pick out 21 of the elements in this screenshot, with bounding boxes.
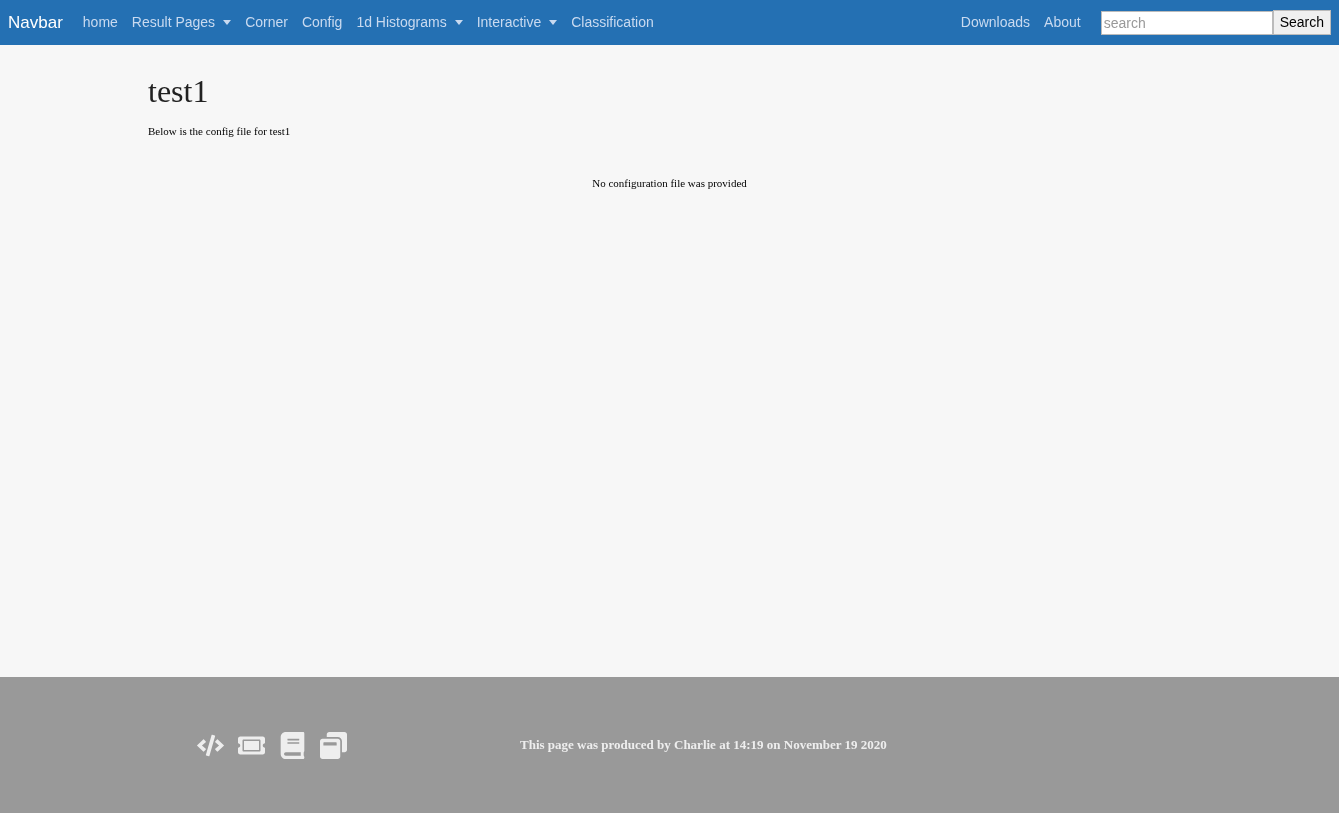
nav-link[interactable]: About xyxy=(1044,12,1081,33)
nav-link[interactable]: Corner xyxy=(245,12,288,33)
search-field[interactable]: search xyxy=(1100,10,1273,35)
caret-icon xyxy=(549,20,558,25)
nav-link[interactable]: Result Pages xyxy=(131,12,232,33)
nav-link[interactable]: home xyxy=(82,12,118,33)
windows-icon[interactable] xyxy=(320,731,347,759)
nav-link[interactable]: Downloads xyxy=(960,12,1031,33)
nav-link[interactable]: Config xyxy=(301,12,343,33)
config-message: No configuration file was provided xyxy=(592,176,747,191)
nav-link[interactable]: 1d Histograms xyxy=(356,12,463,33)
page-subtitle: Below is the config file for test1 xyxy=(148,124,291,139)
footer-text: This page was produced by Charlie at 14:19 on November 19 2020 xyxy=(520,736,887,755)
page-title: test1 xyxy=(148,75,209,107)
caret-icon xyxy=(223,20,232,25)
navbar-brand[interactable]: Navbar xyxy=(8,9,63,36)
caret-icon xyxy=(454,20,463,25)
search-button[interactable]: Search xyxy=(1272,10,1331,35)
book-icon[interactable] xyxy=(279,731,306,759)
nav-link[interactable]: Interactive xyxy=(476,12,558,33)
nav-link[interactable]: Classification xyxy=(571,12,654,33)
